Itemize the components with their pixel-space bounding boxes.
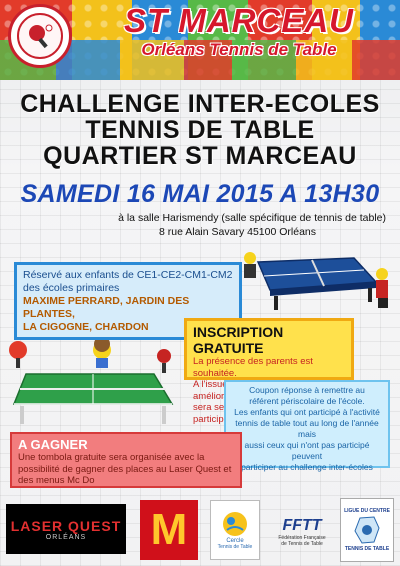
schools-line-1: Réservé aux enfants de CE1-CE2-CM1-CM2 <box>23 269 233 281</box>
lego-table-illustration-left <box>9 336 174 424</box>
cercle-sub: Tennis de Table <box>217 544 253 550</box>
mcdonalds-m: M <box>150 505 188 554</box>
laser-quest-city: ORLÉANS <box>45 533 87 541</box>
lego-table-illustration-right <box>244 252 388 310</box>
prize-line-2: possibilité de gagner des places au Lase… <box>18 463 232 475</box>
title-line-2: TENNIS DE TABLE <box>85 116 315 144</box>
venue-line-1: à la salle Harismendy (salle spécifique … <box>118 212 386 224</box>
fftt-logo: FFTT Fédération Française de Tennis de T… <box>272 506 332 558</box>
ligue-map-icon <box>354 516 380 544</box>
sponsor-logos: LASER QUEST ORLÉANS M Cercle Tennis de T… <box>0 496 400 566</box>
fftt-sub-2: de Tennis de Table <box>281 541 323 547</box>
laser-quest-name: LASER QUEST <box>10 517 122 534</box>
ligue-centre-logo: LIGUE DU CENTRE TENNIS DE TABLE <box>340 498 394 562</box>
laser-quest-logo: LASER QUEST ORLÉANS <box>6 504 126 554</box>
prize-line-1: Une tombola gratuite sera organisée avec… <box>18 452 205 463</box>
coupon-line-5: aussi ceux qui n'ont pas participé peuve… <box>244 440 370 461</box>
ping-pong-icon <box>29 24 53 49</box>
inscription-box: INSCRIPTION GRATUITE La présence des par… <box>184 318 354 425</box>
club-logo <box>8 4 72 68</box>
coupon-line-4: tennis de table tout au long de l'année … <box>235 418 379 439</box>
schools-line-2: des écoles primaires <box>23 282 120 294</box>
venue-line-2: 8 rue Alain Savary 45100 Orléans <box>158 226 316 238</box>
inscription-heading: INSCRIPTION GRATUITE <box>193 324 284 356</box>
coupon-line-2: référent périscolaire de l'école. <box>249 396 365 406</box>
club-subtitle: Orléans Tennis de Table <box>141 40 337 59</box>
prize-box: A GAGNER Une tombola gratuite sera organ… <box>10 432 242 488</box>
prize-line-3: des menus Mc Do <box>18 475 95 486</box>
mcdonalds-logo: M <box>140 500 198 560</box>
club-name: ST MARCEAU <box>124 2 354 39</box>
coupon-line-3: Les enfants qui ont participé à l'activi… <box>234 407 380 417</box>
prize-heading: A GAGNER <box>18 437 88 452</box>
coupon-info-box: Coupon réponse à remettre au référent pé… <box>224 380 390 472</box>
coupon-line-1: Coupon réponse à remettre au <box>249 385 365 395</box>
title-line-3: QUARTIER ST MARCEAU <box>43 142 357 170</box>
cercle-logo: Cercle Tennis de Table <box>210 500 260 560</box>
cercle-emblem-icon <box>223 512 247 536</box>
fftt-name: FFTT <box>282 517 322 534</box>
inscription-line-1: La présence des parents est souhaitée. <box>193 356 313 379</box>
coupon-line-6: participer au challenge inter-écoles <box>241 462 373 472</box>
ligue-sub: TENNIS DE TABLE <box>344 546 390 552</box>
title-line-1: CHALLENGE INTER-ECOLES <box>20 90 380 118</box>
event-date: SAMEDI 16 MAI 2015 A 13H30 <box>20 180 380 208</box>
